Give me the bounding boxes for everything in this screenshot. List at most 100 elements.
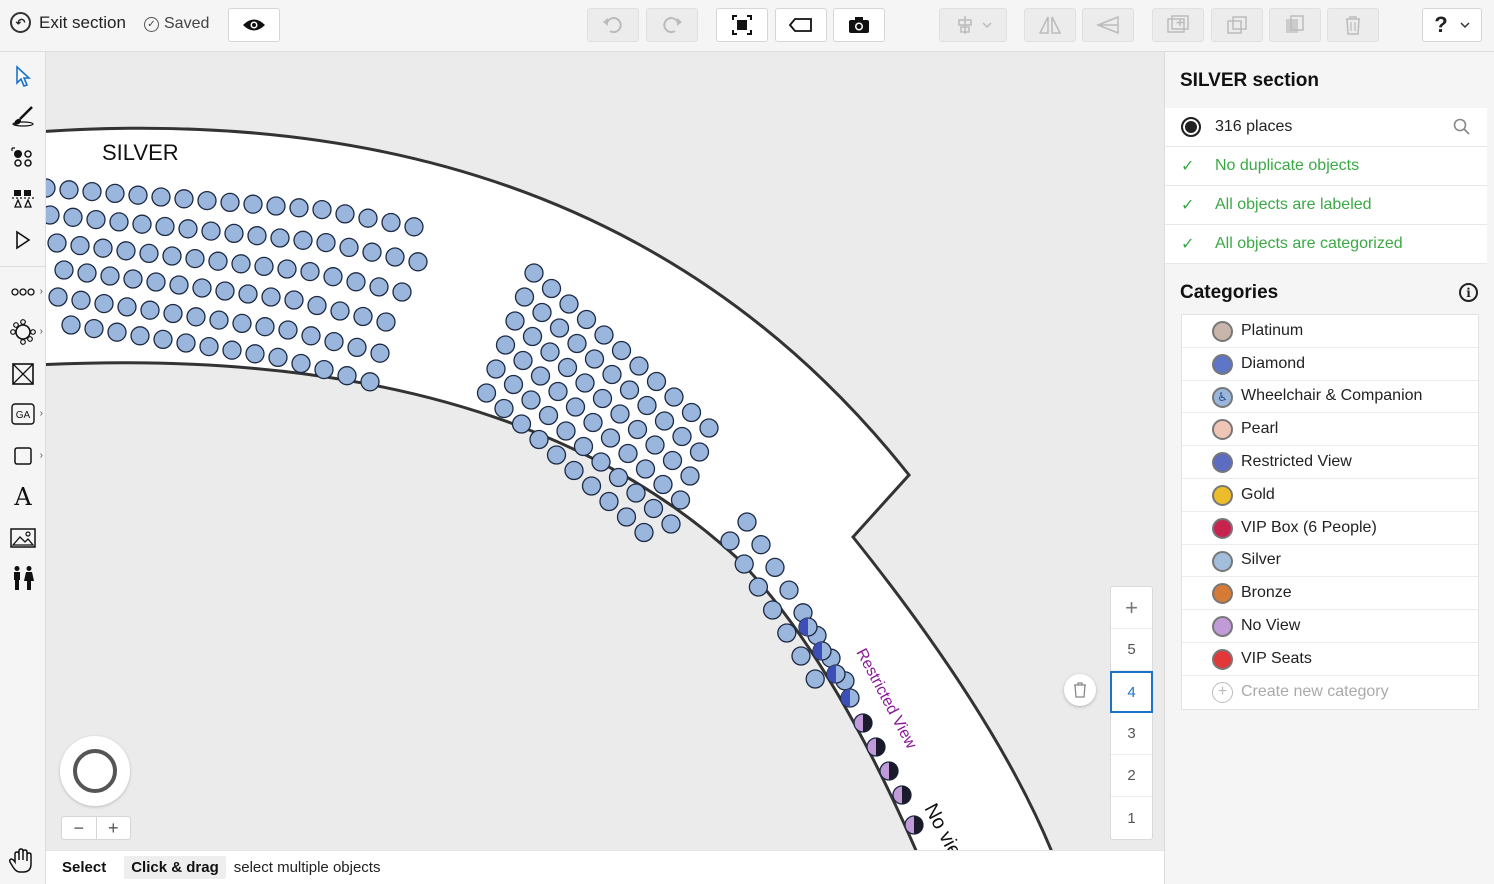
floor-1-button[interactable]: 1 (1111, 797, 1152, 839)
category-item[interactable]: Bronze (1182, 577, 1478, 611)
seat[interactable] (699, 418, 719, 438)
seat[interactable] (245, 344, 265, 364)
seat[interactable] (123, 269, 143, 289)
category-item[interactable]: ♿ Wheelchair & Companion (1182, 381, 1478, 414)
seat[interactable] (339, 237, 359, 258)
seat[interactable] (805, 669, 825, 689)
seat[interactable] (247, 226, 267, 246)
seat[interactable] (635, 459, 656, 479)
seat[interactable] (584, 349, 605, 369)
image-tool[interactable] (6, 522, 40, 554)
seat[interactable] (362, 242, 382, 262)
info-icon[interactable]: i (1459, 283, 1478, 302)
icon-tool[interactable] (6, 562, 40, 594)
seat[interactable] (330, 301, 350, 321)
seat[interactable] (594, 325, 614, 345)
category-item[interactable]: Restricted View (1182, 446, 1478, 479)
seat[interactable] (291, 353, 311, 374)
seat[interactable] (254, 256, 274, 277)
seat[interactable] (314, 359, 334, 380)
search-icon[interactable] (1453, 118, 1471, 136)
seat[interactable] (270, 228, 290, 248)
row-select-tool[interactable] (6, 182, 40, 214)
seat[interactable] (404, 217, 424, 237)
seat[interactable] (63, 207, 83, 227)
general-admission-tool[interactable]: GA › (6, 398, 43, 430)
seat[interactable] (619, 380, 640, 400)
floor-plan-canvas[interactable]: SILVER Restricted View No view − + + 5 4… (46, 52, 1164, 850)
seat[interactable] (82, 181, 102, 202)
seat[interactable] (300, 261, 320, 282)
seat[interactable] (162, 246, 182, 266)
seat[interactable] (672, 426, 692, 447)
row-tool[interactable]: › (6, 276, 43, 308)
seat[interactable] (54, 260, 74, 280)
seat[interactable] (548, 381, 568, 402)
seat[interactable] (153, 329, 173, 350)
seat-map[interactable]: SILVER Restricted View No view (46, 52, 1164, 850)
seat[interactable] (643, 498, 664, 519)
seat[interactable] (293, 230, 313, 250)
seat[interactable] (511, 414, 532, 434)
seat[interactable] (93, 238, 113, 258)
seat[interactable] (360, 372, 380, 392)
seat[interactable] (495, 335, 516, 355)
seat[interactable] (151, 187, 171, 207)
seat[interactable] (215, 281, 235, 301)
seat-select-tool[interactable] (6, 142, 40, 174)
seat[interactable] (176, 333, 196, 353)
seat[interactable] (765, 557, 785, 578)
category-item[interactable]: Diamond (1182, 348, 1478, 381)
skew-button[interactable] (1082, 8, 1134, 42)
seat[interactable] (266, 196, 286, 216)
seat[interactable] (737, 512, 757, 532)
floor-5-button[interactable]: 5 (1111, 629, 1152, 671)
seat[interactable] (381, 212, 401, 233)
table-tool[interactable]: › (6, 316, 43, 348)
seat[interactable] (222, 340, 242, 360)
seat[interactable] (146, 272, 166, 292)
zoom-out-button[interactable]: − (62, 817, 97, 839)
category-item[interactable]: No View (1182, 610, 1478, 643)
seat[interactable] (71, 290, 91, 310)
seat[interactable] (185, 248, 205, 269)
seat[interactable] (720, 531, 740, 551)
seat[interactable] (556, 421, 576, 441)
seat[interactable] (132, 214, 152, 234)
seat[interactable] (791, 646, 811, 666)
seat[interactable] (174, 189, 194, 209)
seat[interactable] (616, 507, 637, 527)
seat[interactable] (301, 326, 321, 346)
seat[interactable] (575, 373, 595, 393)
seat[interactable] (576, 309, 597, 330)
add-floor-button[interactable]: + (1111, 587, 1152, 629)
seat[interactable] (565, 397, 586, 417)
seat[interactable] (611, 340, 632, 361)
seat[interactable] (591, 452, 611, 472)
seat[interactable] (541, 278, 562, 299)
seat[interactable] (476, 383, 497, 403)
seat[interactable] (109, 212, 129, 232)
pan-joystick[interactable] (60, 736, 130, 806)
seat[interactable] (559, 294, 579, 314)
seat[interactable] (277, 259, 297, 279)
brush-select-tool[interactable] (6, 100, 40, 132)
screenshot-button[interactable] (833, 8, 885, 42)
seat[interactable] (169, 275, 189, 295)
seat[interactable] (664, 387, 684, 407)
seat[interactable] (610, 404, 630, 424)
seat[interactable] (661, 514, 681, 534)
seat[interactable] (116, 241, 136, 261)
flip-horizontal-button[interactable] (1024, 8, 1076, 42)
seat[interactable] (192, 278, 212, 298)
seat[interactable] (70, 235, 90, 256)
seat[interactable] (358, 208, 378, 228)
seat[interactable] (680, 466, 700, 486)
seat[interactable] (186, 307, 206, 327)
seat[interactable] (532, 302, 552, 323)
align-dropdown-button[interactable] (939, 8, 1007, 42)
exit-section-button[interactable]: ↶ Exit section (10, 12, 126, 33)
seat[interactable] (268, 347, 288, 368)
joystick-knob[interactable] (73, 749, 117, 793)
seat[interactable] (48, 287, 68, 307)
